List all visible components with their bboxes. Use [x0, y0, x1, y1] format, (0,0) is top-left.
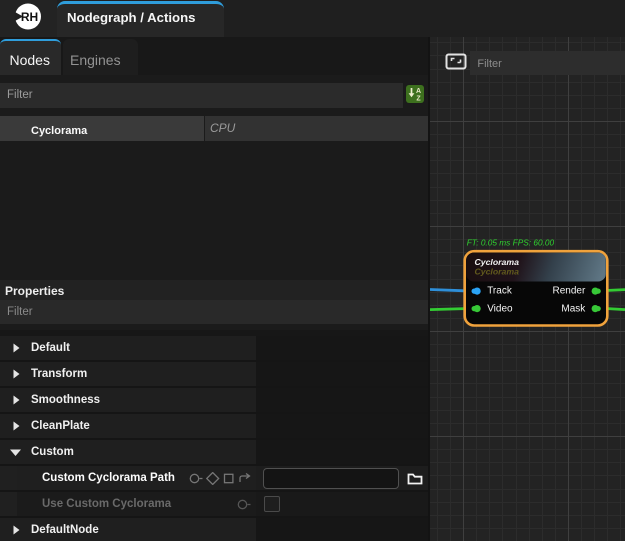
svg-text:Cyclorama: Cyclorama	[475, 267, 520, 277]
svg-text:Cyclorama: Cyclorama	[475, 257, 520, 267]
svg-text:RH: RH	[21, 10, 38, 24]
svg-text:Filter: Filter	[477, 58, 502, 70]
svg-text:Mask: Mask	[561, 303, 586, 314]
svg-text:Z: Z	[416, 96, 421, 103]
svg-text:Render: Render	[552, 286, 585, 297]
svg-text:Track: Track	[487, 286, 513, 297]
svg-text:FT: 0.05 ms FPS: 60.00: FT: 0.05 ms FPS: 60.00	[467, 237, 555, 247]
svg-text:Video: Video	[487, 303, 513, 314]
svg-text:A: A	[416, 88, 421, 95]
